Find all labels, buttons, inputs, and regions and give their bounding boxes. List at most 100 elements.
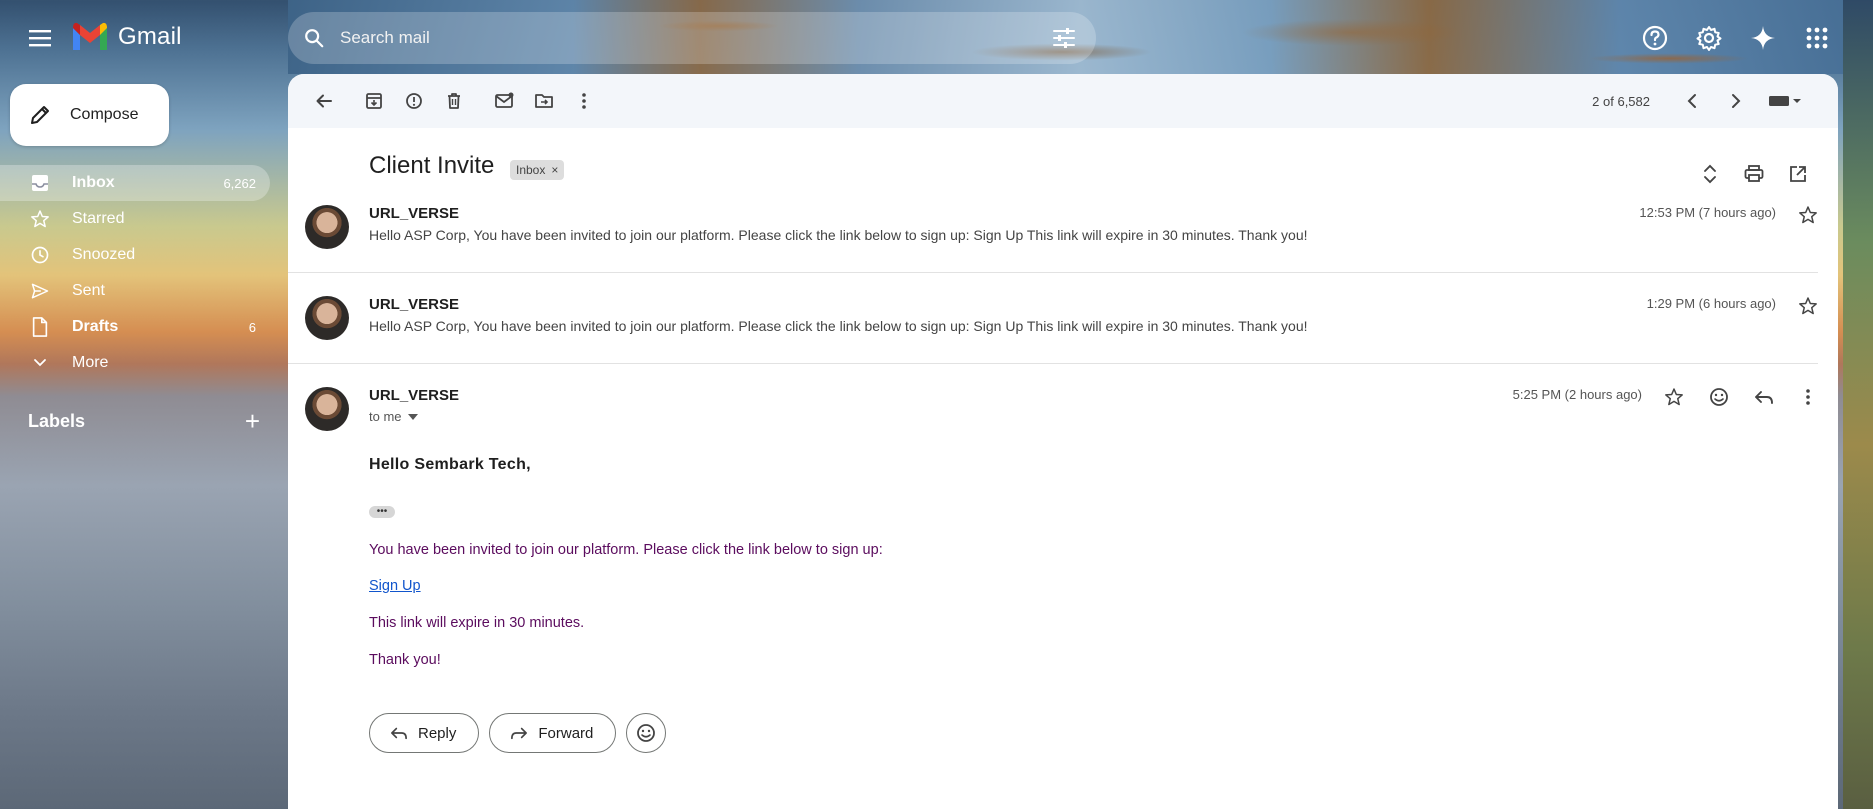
- newer-button[interactable]: [1672, 81, 1712, 121]
- sign-up-link[interactable]: Sign Up: [369, 578, 421, 594]
- older-button[interactable]: [1716, 81, 1756, 121]
- emoji-reaction-button[interactable]: [626, 713, 667, 753]
- expand-all-button[interactable]: [1690, 154, 1730, 194]
- pagination-counter: 2 of 6,582: [1592, 93, 1650, 109]
- reply-button[interactable]: Reply: [369, 713, 480, 753]
- email-body-line: You have been invited to join our platfo…: [369, 542, 883, 558]
- divider: [288, 363, 1818, 364]
- sidebar-item-snoozed[interactable]: Snoozed: [0, 237, 270, 273]
- archive-icon: [366, 93, 382, 109]
- report-spam-button[interactable]: [394, 81, 434, 121]
- back-button[interactable]: [304, 81, 344, 121]
- star-button[interactable]: [1796, 294, 1820, 318]
- gmail-m-icon: [73, 22, 107, 50]
- archive-button[interactable]: [354, 81, 394, 121]
- report-icon: [406, 93, 422, 109]
- sidebar-item-sent[interactable]: Sent: [0, 273, 270, 309]
- reply-actions: Reply Forward: [369, 713, 667, 753]
- keyboard-icon: [1769, 96, 1801, 106]
- sender-name: URL_VERSE: [369, 205, 460, 222]
- settings-button[interactable]: [1689, 18, 1729, 58]
- search-input[interactable]: [340, 28, 1038, 48]
- inbox-icon: [30, 173, 50, 193]
- star-icon: [1665, 388, 1683, 406]
- reply-icon: [1755, 391, 1773, 404]
- recipients-toggle[interactable]: to me: [369, 409, 418, 424]
- add-reaction-button[interactable]: [1707, 385, 1731, 409]
- sidebar-item-inbox[interactable]: Inbox 6,262: [0, 165, 270, 201]
- labels-title: Labels: [28, 410, 86, 431]
- caret-down-icon: [407, 413, 418, 420]
- clock-icon: [30, 245, 50, 265]
- avatar[interactable]: [305, 296, 349, 340]
- app-name: Gmail: [118, 23, 182, 50]
- mark-unread-button[interactable]: [484, 81, 524, 121]
- help-button[interactable]: [1635, 18, 1675, 58]
- message-more-button[interactable]: [1796, 385, 1820, 409]
- reading-pane: 2 of 6,582 Client Invite Inbox × URL_VER…: [288, 74, 1838, 809]
- star-button[interactable]: [1662, 385, 1686, 409]
- email-greeting: Hello Sembark Tech,: [369, 456, 531, 473]
- forward-button[interactable]: Forward: [489, 713, 617, 753]
- message-collapsed-2[interactable]: URL_VERSE Hello ASP Corp, You have been …: [288, 296, 1838, 356]
- sidebar-item-label: Snoozed: [72, 246, 136, 263]
- pencil-icon: [31, 106, 49, 124]
- print-button[interactable]: [1734, 154, 1774, 194]
- email-body-line: This link will expire in 30 minutes.: [369, 615, 585, 631]
- message-time: 12:53 PM (7 hours ago): [1639, 205, 1776, 220]
- add-label-button[interactable]: +: [245, 408, 260, 434]
- top-bar: Gmail: [0, 0, 1873, 76]
- sidebar-item-label: More: [72, 354, 109, 371]
- sidebar-item-label: Starred: [72, 210, 125, 227]
- sidebar-item-more[interactable]: More: [0, 345, 270, 381]
- search-options-icon[interactable]: [1038, 12, 1090, 64]
- drafts-count: 6: [248, 319, 256, 335]
- search-icon[interactable]: [288, 12, 340, 64]
- sidebar-item-label: Inbox: [72, 174, 115, 191]
- open-new-window-button[interactable]: [1778, 154, 1818, 194]
- sparkle-icon: [1751, 26, 1775, 50]
- avatar[interactable]: [305, 205, 349, 249]
- sidebar-item-starred[interactable]: Starred: [0, 201, 270, 237]
- send-icon: [30, 281, 50, 301]
- sidebar-item-drafts[interactable]: Drafts 6: [0, 309, 270, 345]
- move-to-button[interactable]: [524, 81, 564, 121]
- thread-subject: Client Invite: [369, 152, 495, 179]
- show-trimmed-content-button[interactable]: •••: [369, 506, 395, 518]
- chevron-down-icon: [30, 353, 50, 373]
- menu-icon: [29, 30, 51, 47]
- forward-icon: [511, 727, 528, 740]
- sidebar-item-label: Sent: [72, 282, 105, 299]
- trash-icon: [448, 93, 460, 109]
- remove-label-icon[interactable]: ×: [551, 163, 558, 177]
- more-vert-icon: [1806, 389, 1810, 405]
- more-options-button[interactable]: [564, 81, 604, 121]
- folder-move-icon: [535, 94, 553, 108]
- star-icon: [30, 209, 50, 229]
- forward-label: Forward: [538, 724, 594, 742]
- gmail-logo[interactable]: Gmail: [70, 22, 182, 52]
- reply-icon-button[interactable]: [1752, 385, 1776, 409]
- avatar[interactable]: [305, 387, 349, 431]
- sidebar-item-label: Drafts: [72, 318, 119, 335]
- recipients-text: to me: [369, 409, 402, 424]
- inbox-count: 6,262: [223, 175, 256, 191]
- labels-header: Labels +: [28, 408, 260, 434]
- gemini-button[interactable]: [1743, 18, 1783, 58]
- emoji-icon: [1710, 388, 1728, 406]
- message-time: 5:25 PM (2 hours ago): [1512, 387, 1642, 402]
- main-menu-button[interactable]: [22, 20, 58, 56]
- input-tools-button[interactable]: [1760, 81, 1810, 121]
- star-button[interactable]: [1796, 203, 1820, 227]
- delete-button[interactable]: [434, 81, 474, 121]
- help-icon: [1642, 25, 1668, 51]
- inbox-label-chip[interactable]: Inbox ×: [510, 160, 565, 180]
- emoji-icon: [637, 724, 656, 742]
- compose-label: Compose: [70, 106, 139, 123]
- search-bar[interactable]: [288, 12, 1096, 64]
- sidebar-nav: Inbox 6,262 Starred Snoozed Sent Drafts …: [0, 165, 270, 381]
- apps-button[interactable]: [1797, 18, 1837, 58]
- message-collapsed-1[interactable]: URL_VERSE Hello ASP Corp, You have been …: [288, 205, 1838, 265]
- arrow-left-icon: [316, 94, 332, 108]
- compose-button[interactable]: Compose: [10, 84, 169, 146]
